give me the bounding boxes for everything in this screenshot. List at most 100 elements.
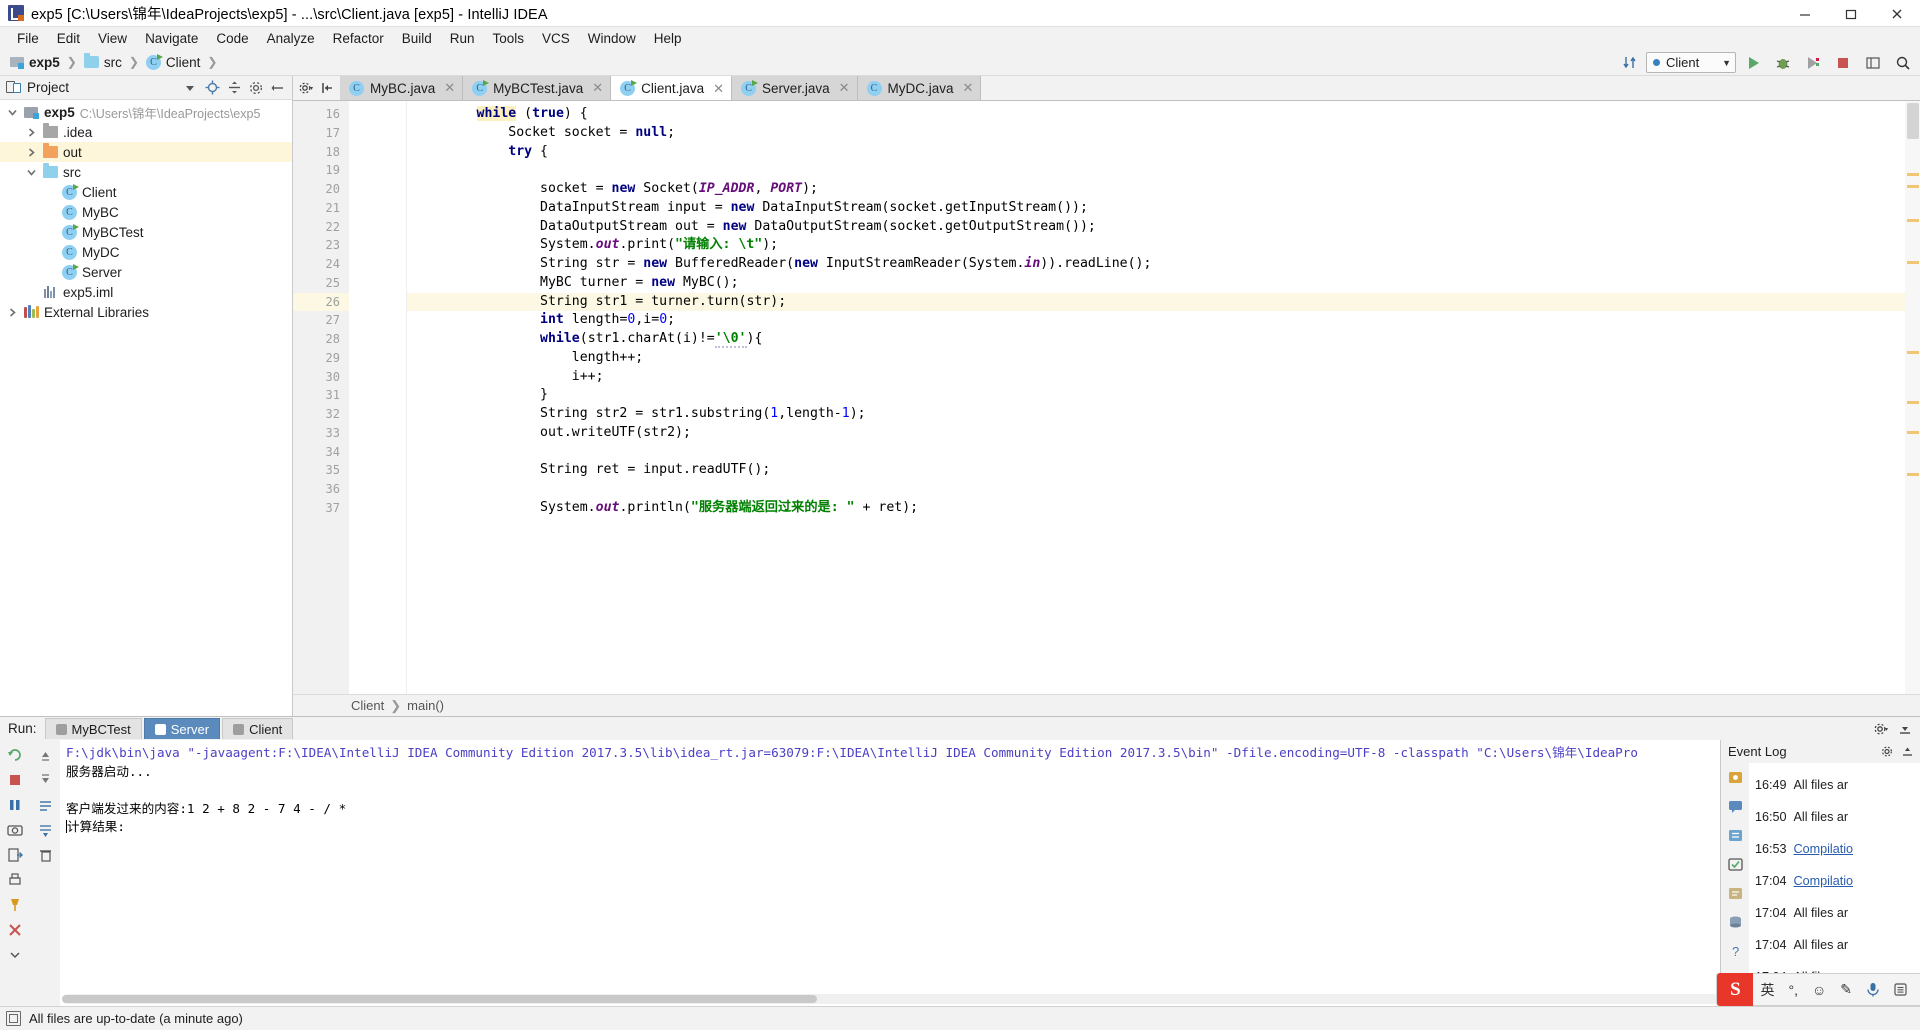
code-editor[interactable]: 16 17 18 19 20 21 22 23 24 25 26 27 28 29 30 31 32 33 34 35…	[293, 101, 1920, 694]
code-line[interactable]: String str = new BufferedReader(new Inpu…	[407, 255, 1905, 274]
pause-icon[interactable]	[3, 793, 27, 817]
menu-run[interactable]: Run	[441, 29, 484, 48]
mic-icon[interactable]	[1859, 973, 1887, 1006]
menu-file[interactable]: File	[8, 29, 48, 48]
line-number[interactable]: 23	[293, 236, 349, 255]
run-configuration-selector[interactable]: Client ▼	[1646, 52, 1736, 73]
soft-wrap-icon[interactable]	[33, 793, 57, 817]
menu-icon[interactable]	[1887, 973, 1914, 1006]
scroll-down-icon[interactable]	[33, 768, 57, 792]
code-line[interactable]: DataOutputStream out = new DataOutputStr…	[407, 218, 1905, 237]
settings-icon[interactable]	[1870, 719, 1892, 739]
chevron-right-icon[interactable]	[25, 146, 38, 159]
line-number[interactable]: 22	[293, 218, 349, 237]
menu-build[interactable]: Build	[393, 29, 441, 48]
nav-crumb-module[interactable]: exp5	[6, 53, 64, 72]
menu-view[interactable]: View	[89, 29, 136, 48]
warning-marker[interactable]	[1907, 173, 1919, 176]
line-number[interactable]: 19	[293, 161, 349, 180]
menu-tools[interactable]: Tools	[484, 29, 534, 48]
rerun-icon[interactable]	[3, 743, 27, 767]
code-line[interactable]: System.out.println("服务器端返回过来的是: " + ret)…	[407, 499, 1905, 518]
event-log-entry[interactable]: 16:49 All files ar	[1755, 769, 1920, 801]
code-line[interactable]: }	[407, 386, 1905, 405]
pen-icon[interactable]: ✎	[1833, 973, 1859, 1006]
tree-item-exp5iml[interactable]: exp5.iml	[0, 282, 292, 302]
emoji-icon[interactable]: ☺	[1805, 973, 1833, 1006]
scrollbar-thumb[interactable]	[1907, 103, 1919, 139]
code-line[interactable]: while(str1.charAt(i)!='\0'){	[407, 330, 1905, 349]
minimize-button[interactable]	[1782, 0, 1828, 27]
run-with-coverage-button[interactable]	[1800, 52, 1826, 74]
status-layout-icon[interactable]	[6, 1011, 21, 1026]
console-output[interactable]: F:\jdk\bin\java "-javaagent:F:\IDEA\Inte…	[60, 740, 1720, 1006]
database-icon[interactable]	[1725, 912, 1746, 933]
breadcrumb-method[interactable]: main()	[407, 698, 444, 713]
line-number[interactable]: 25	[293, 274, 349, 293]
line-number[interactable]: 31	[293, 386, 349, 405]
code-line[interactable]: out.writeUTF(str2);	[407, 424, 1905, 443]
run-button[interactable]	[1740, 52, 1766, 74]
hide-icon[interactable]	[1898, 743, 1916, 761]
structure-icon[interactable]	[1725, 825, 1746, 846]
line-number[interactable]: 26	[293, 292, 349, 312]
help-icon[interactable]: ?	[1725, 941, 1746, 962]
editor-tab-mydc-java[interactable]: C MyDC.java ✕	[857, 75, 982, 100]
line-number[interactable]: 29	[293, 349, 349, 368]
close-icon[interactable]: ✕	[839, 80, 850, 96]
line-number[interactable]: 33	[293, 424, 349, 443]
tree-item-client[interactable]: C Client	[0, 182, 292, 202]
menu-help[interactable]: Help	[645, 29, 691, 48]
tools-icon[interactable]	[1725, 767, 1746, 788]
code-line[interactable]: length++;	[407, 349, 1905, 368]
hide-icon[interactable]	[268, 78, 288, 98]
settings-icon[interactable]	[1878, 743, 1896, 761]
hide-panel-icon[interactable]	[317, 77, 337, 99]
stop-icon[interactable]	[3, 768, 27, 792]
close-icon[interactable]: ✕	[592, 80, 603, 96]
chevron-down-icon[interactable]	[25, 166, 38, 179]
event-log-entry[interactable]: 17:04 All files ar	[1755, 897, 1920, 929]
warning-marker[interactable]	[1907, 401, 1919, 404]
print-icon[interactable]	[3, 868, 27, 892]
editor-tab-server-java[interactable]: C Server.java ✕	[732, 75, 858, 100]
line-number[interactable]: 24	[293, 255, 349, 274]
run-tab-server[interactable]: Server	[143, 718, 221, 739]
editor-tab-mybctest-java[interactable]: C MyBCTest.java ✕	[463, 75, 612, 100]
sync-icon[interactable]	[1616, 52, 1642, 74]
event-link[interactable]: Compilatio	[1794, 842, 1854, 856]
code-line[interactable]	[407, 480, 1905, 499]
menu-refactor[interactable]: Refactor	[324, 29, 393, 48]
menu-edit[interactable]: Edit	[48, 29, 89, 48]
pin-icon[interactable]	[3, 893, 27, 917]
sogou-logo-icon[interactable]: S	[1717, 973, 1754, 1006]
line-number[interactable]: 27	[293, 311, 349, 330]
code-line[interactable]: Socket socket = null;	[407, 124, 1905, 143]
chevron-right-icon[interactable]	[6, 306, 19, 319]
tree-item-exp5[interactable]: exp5 C:\Users\锦年\IdeaProjects\exp5	[0, 102, 292, 122]
code-line[interactable]	[407, 161, 1905, 180]
maximize-button[interactable]	[1828, 0, 1874, 27]
editor-scrollbar[interactable]	[1905, 101, 1920, 694]
run-tab-client[interactable]: Client	[222, 718, 294, 739]
expand-icon[interactable]	[3, 943, 27, 967]
scrollbar-thumb[interactable]	[62, 995, 817, 1003]
todo-icon[interactable]	[1725, 883, 1746, 904]
tree-item-server[interactable]: C Server	[0, 262, 292, 282]
close-icon[interactable]	[3, 918, 27, 942]
tree-item-out[interactable]: out	[0, 142, 292, 162]
warning-marker[interactable]	[1907, 473, 1919, 476]
hide-icon[interactable]	[1894, 719, 1916, 739]
close-icon[interactable]: ✕	[713, 81, 724, 97]
debug-button[interactable]	[1770, 52, 1796, 74]
menu-analyze[interactable]: Analyze	[258, 29, 324, 48]
event-log-list[interactable]: 16:49 All files ar 16:50 All files ar 16:5…	[1749, 763, 1920, 1006]
warning-marker[interactable]	[1907, 261, 1919, 264]
layout-icon[interactable]	[1860, 52, 1886, 74]
event-log-entry[interactable]: 16:50 All files ar	[1755, 801, 1920, 833]
line-number[interactable]: 36	[293, 480, 349, 499]
message-icon[interactable]	[1725, 796, 1746, 817]
tree-item-mybc[interactable]: C MyBC	[0, 202, 292, 222]
scroll-up-icon[interactable]	[33, 743, 57, 767]
search-everywhere-icon[interactable]	[1890, 52, 1916, 74]
